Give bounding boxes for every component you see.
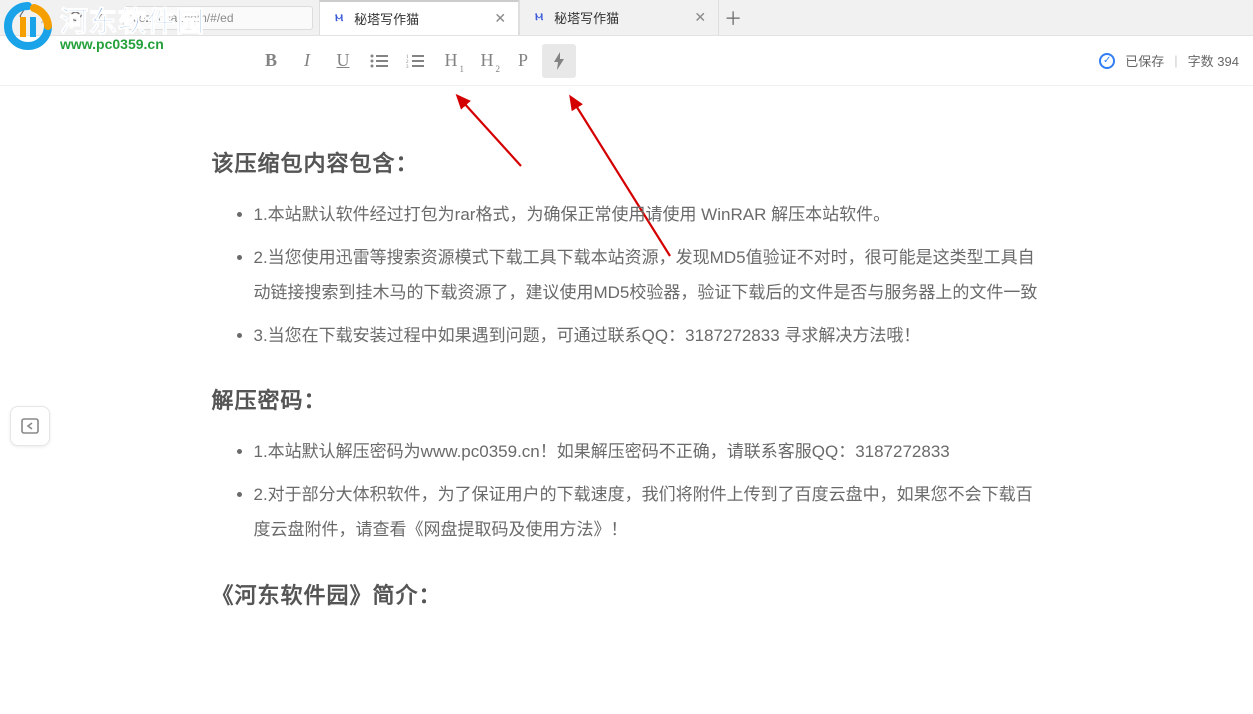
url-field[interactable]: xiezuocat.com/#/ed <box>123 6 313 30</box>
list-item: 3.当您在下载安装过程中如果遇到问题，可通过联系QQ：3187272833 寻求… <box>254 319 1042 354</box>
document-scroll[interactable]: 该压缩包内容包含： 1.本站默认软件经过打包为rar格式，为确保正常使用请使用 … <box>0 86 1253 714</box>
lightning-icon <box>552 52 566 70</box>
bold-button[interactable]: B <box>254 44 288 78</box>
ordered-list-button[interactable]: 123 <box>398 44 432 78</box>
underline-button[interactable]: U <box>326 44 360 78</box>
svg-text:3: 3 <box>406 65 409 68</box>
tab-title: 秘塔写作猫 <box>354 9 419 28</box>
nav-controls: 〈 〉 ⟳ ⌂ <box>0 10 117 26</box>
ai-rewrite-button[interactable] <box>542 44 576 78</box>
reload-button[interactable]: ⟳ <box>70 10 83 26</box>
separator: | <box>1174 53 1177 68</box>
italic-button[interactable]: I <box>290 44 324 78</box>
list-item: 1.本站默认解压密码为www.pc0359.cn！如果解压密码不正确，请联系客服… <box>254 435 1042 470</box>
tabstrip: Ⲙ 秘塔写作猫 ✕ Ⲙ 秘塔写作猫 ✕ ＋ <box>319 0 747 35</box>
browser-tab[interactable]: Ⲙ 秘塔写作猫 ✕ <box>519 0 719 35</box>
toolbar-status: ✓ 已保存 | 字数 394 <box>1099 51 1239 70</box>
back-button[interactable]: 〈 <box>10 10 26 26</box>
section-list: 1.本站默认解压密码为www.pc0359.cn！如果解压密码不正确，请联系客服… <box>212 435 1042 548</box>
home-button[interactable]: ⌂ <box>97 10 107 26</box>
toolbar-group: B I U 123 H1 H2 P <box>254 44 576 78</box>
list-item: 2.当您使用迅雷等搜索资源模式下载工具下载本站资源，发现MD5值验证不对时，很可… <box>254 241 1042 311</box>
paragraph-button[interactable]: P <box>506 44 540 78</box>
browser-chrome: 〈 〉 ⟳ ⌂ xiezuocat.com/#/ed Ⲙ 秘塔写作猫 ✕ Ⲙ 秘… <box>0 0 1253 36</box>
close-icon[interactable]: ✕ <box>494 10 506 27</box>
document-body[interactable]: 该压缩包内容包含： 1.本站默认软件经过打包为rar格式，为确保正常使用请使用 … <box>212 146 1042 610</box>
section-heading: 《河东软件园》简介： <box>212 578 1042 610</box>
saved-check-icon: ✓ <box>1099 53 1115 69</box>
close-icon[interactable]: ✕ <box>694 9 706 26</box>
new-tab-button[interactable]: ＋ <box>719 0 747 35</box>
list-ul-icon <box>370 54 388 68</box>
list-item: 2.对于部分大体积软件，为了保证用户的下载速度，我们将附件上传到了百度云盘中，如… <box>254 478 1042 548</box>
section-list: 1.本站默认软件经过打包为rar格式，为确保正常使用请使用 WinRAR 解压本… <box>212 198 1042 353</box>
heading1-button[interactable]: H1 <box>434 44 468 78</box>
saved-label: 已保存 <box>1125 51 1164 70</box>
heading2-button[interactable]: H2 <box>470 44 504 78</box>
section-heading: 解压密码： <box>212 383 1042 415</box>
tab-title: 秘塔写作猫 <box>554 8 619 27</box>
editor-toolbar: B I U 123 H1 H2 P ✓ 已保存 | 字数 394 <box>0 36 1253 86</box>
browser-tab[interactable]: Ⲙ 秘塔写作猫 ✕ <box>319 0 519 35</box>
favicon-icon: Ⲙ <box>332 12 346 26</box>
favicon-icon: Ⲙ <box>532 11 546 25</box>
list-item: 1.本站默认软件经过打包为rar格式，为确保正常使用请使用 WinRAR 解压本… <box>254 198 1042 233</box>
list-ol-icon: 123 <box>406 54 424 68</box>
section-heading: 该压缩包内容包含： <box>212 146 1042 178</box>
editor-shell: B I U 123 H1 H2 P ✓ 已保存 | 字数 394 <box>0 36 1253 714</box>
wordcount: 字数 394 <box>1188 51 1239 70</box>
forward-button[interactable]: 〉 <box>40 10 56 26</box>
unordered-list-button[interactable] <box>362 44 396 78</box>
